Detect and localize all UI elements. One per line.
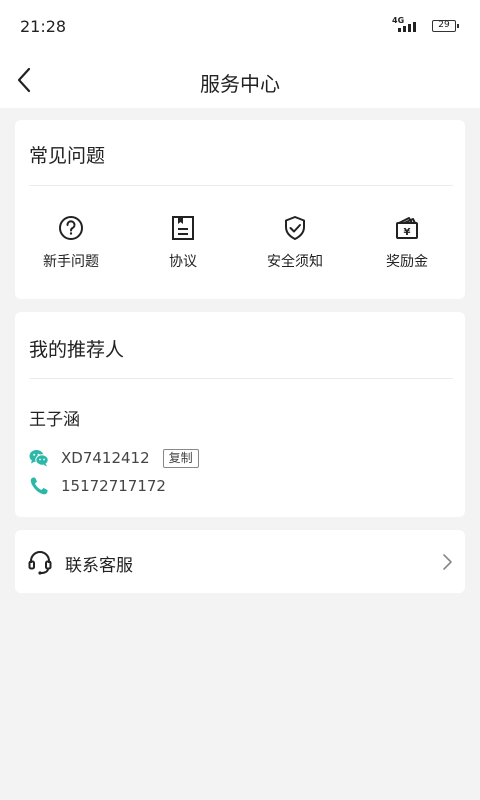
faq-item-label: 安全须知 — [267, 254, 323, 270]
referrer-name: 王子涵 — [29, 410, 80, 430]
signal-indicator: 4G — [392, 16, 418, 35]
referrer-phone[interactable]: 15172717172 — [61, 477, 166, 495]
faq-item-label: 新手问题 — [43, 254, 99, 270]
faq-title: 常见问题 — [29, 145, 106, 167]
faq-item-beginner[interactable]: 新手问题 — [15, 215, 127, 271]
faq-item-label: 奖励金 — [386, 254, 428, 270]
wallet-yuan-icon: ¥ — [396, 217, 418, 239]
contact-support-row[interactable]: 联系客服 — [15, 530, 465, 593]
faq-item-reward[interactable]: ¥ 奖励金 — [351, 215, 463, 271]
referrer-wechat-id: XD7412412 — [61, 449, 150, 467]
faq-item-agreement[interactable]: 协议 — [127, 215, 239, 271]
signal-bars-icon — [398, 22, 416, 32]
nav-bar: 服务中心 — [0, 52, 480, 108]
contact-support-label: 联系客服 — [65, 556, 133, 576]
status-time: 21:28 — [20, 17, 67, 36]
referrer-title: 我的推荐人 — [29, 339, 125, 361]
divider — [29, 185, 453, 186]
faq-card: 常见问题 新手问题 协议 安全须知 ¥ 奖励金 — [15, 120, 465, 299]
svg-text:¥: ¥ — [404, 227, 411, 238]
status-bar: 21:28 4G 29 — [0, 0, 480, 52]
phone-icon — [30, 477, 48, 495]
faq-item-label: 协议 — [169, 254, 197, 270]
divider — [29, 378, 453, 379]
question-circle-icon — [59, 216, 83, 240]
referrer-phone-row: 15172717172 — [29, 475, 166, 497]
document-icon — [172, 216, 194, 240]
referrer-card: 我的推荐人 王子涵 XD7412412 复制 15172717172 — [15, 312, 465, 517]
wechat-icon — [29, 450, 49, 467]
chevron-right-icon — [443, 554, 452, 570]
copy-button[interactable]: 复制 — [162, 448, 199, 468]
battery-level: 29 — [438, 20, 450, 30]
faq-item-safety[interactable]: 安全须知 — [239, 215, 351, 271]
battery-icon: 29 — [432, 20, 459, 32]
headset-icon — [28, 551, 52, 575]
page-title: 服务中心 — [200, 72, 280, 96]
referrer-wechat-row: XD7412412 复制 — [29, 447, 199, 469]
shield-check-icon — [285, 216, 305, 240]
